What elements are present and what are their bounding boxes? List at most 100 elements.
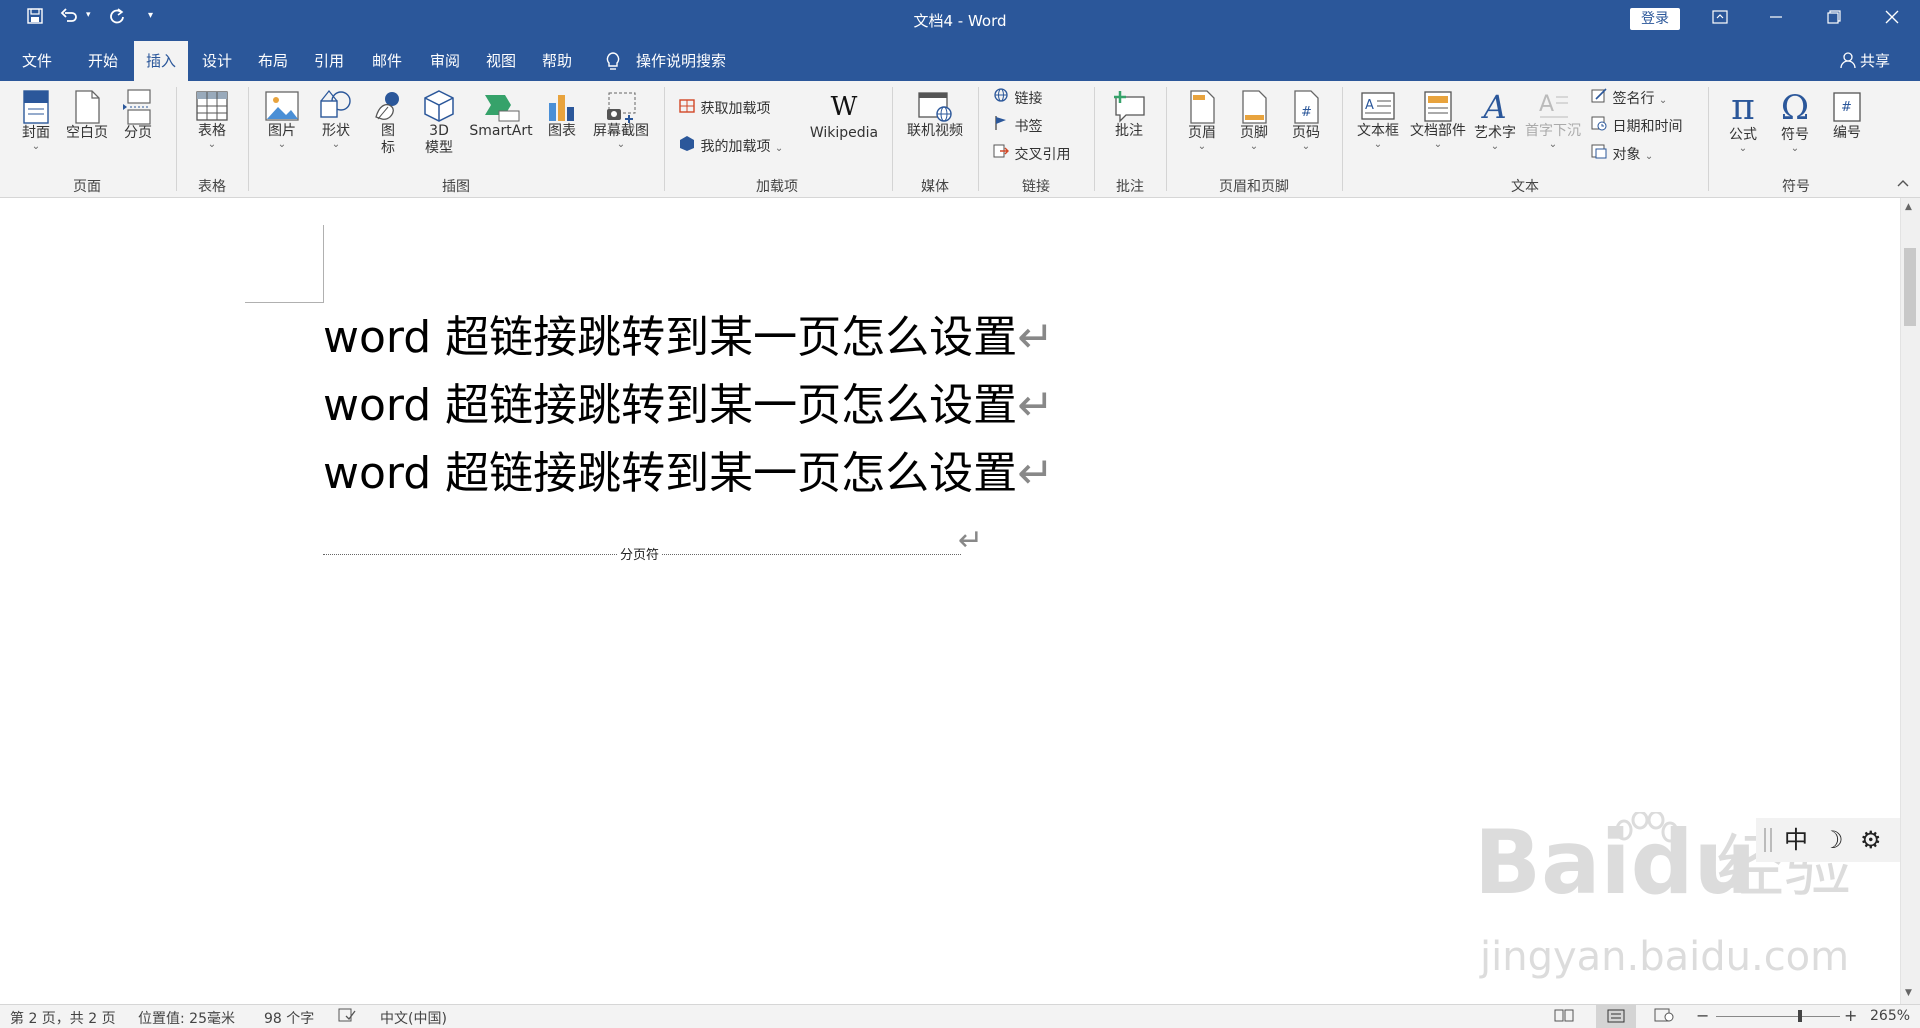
language[interactable]: 中文(中国)	[380, 1008, 447, 1028]
date-time-icon	[1591, 116, 1607, 131]
header-button[interactable]: 页眉 ⌄	[1180, 89, 1224, 152]
icons-label-2: 标	[381, 140, 395, 156]
margin-mark-horizontal	[245, 302, 323, 303]
number-button[interactable]: # 编号	[1824, 89, 1870, 142]
tab-layout[interactable]: 布局	[246, 41, 300, 81]
online-video-button[interactable]: 联机视频	[900, 89, 970, 140]
document-canvas[interactable]: word 超链接跳转到某一页怎么设置↵ word 超链接跳转到某一页怎么设置↵ …	[0, 198, 1900, 1004]
zoom-level[interactable]: 265%	[1870, 1008, 1910, 1024]
scroll-thumb[interactable]	[1904, 248, 1916, 326]
paragraph-mark: ↵	[958, 523, 984, 558]
icons-button[interactable]: 图 标	[366, 89, 410, 157]
gear-icon[interactable]: ⚙	[1860, 826, 1882, 854]
chart-label: 图表	[548, 123, 576, 139]
share-button[interactable]: 共享	[1860, 41, 1890, 81]
tell-me-search[interactable]: 操作说明搜索	[636, 41, 726, 81]
wordart-button[interactable]: A 艺术字 ⌄	[1470, 89, 1520, 152]
ribbon-display-options-icon[interactable]	[1700, 8, 1740, 30]
scroll-down-icon[interactable]: ▼	[1905, 988, 1912, 998]
get-addins-button[interactable]: 获取加载项	[678, 97, 770, 119]
read-mode-icon[interactable]	[1554, 1008, 1574, 1026]
undo-dropdown-icon[interactable]: ▾	[86, 10, 91, 20]
group-comments-label: 批注	[1116, 179, 1144, 195]
object-button[interactable]: 对象 ⌄	[1590, 143, 1653, 167]
ime-mode-toggle[interactable]: 中	[1784, 826, 1808, 854]
zoom-out-button[interactable]: −	[1696, 1006, 1709, 1025]
word-count[interactable]: 98 个字	[264, 1008, 314, 1028]
chevron-down-icon: ⌄	[1197, 141, 1207, 152]
customize-qat-icon[interactable]: ▾	[148, 10, 153, 21]
document-line[interactable]: word 超链接跳转到某一页怎么设置↵	[323, 376, 1054, 436]
tab-help[interactable]: 帮助	[530, 41, 584, 81]
page-break-button[interactable]: 分页	[116, 89, 160, 142]
web-layout-icon[interactable]	[1654, 1008, 1674, 1026]
date-time-button[interactable]: 日期和时间	[1590, 115, 1682, 137]
screenshot-label: 屏幕截图	[593, 123, 649, 139]
tab-view[interactable]: 视图	[474, 41, 528, 81]
tab-insert[interactable]: 插入	[134, 41, 188, 81]
tab-review[interactable]: 审阅	[418, 41, 472, 81]
text-box-icon: A	[1361, 92, 1395, 120]
paw-watermark-icon	[1615, 812, 1679, 843]
restore-icon[interactable]	[1814, 8, 1854, 30]
print-layout-icon[interactable]	[1596, 1005, 1636, 1028]
proofing-icon[interactable]	[338, 1008, 356, 1026]
redo-icon[interactable]	[106, 8, 128, 30]
ime-drag-handle[interactable]	[1764, 828, 1772, 852]
zoom-slider-thumb[interactable]	[1798, 1010, 1802, 1022]
zoom-in-button[interactable]: +	[1844, 1006, 1857, 1025]
smartart-button[interactable]: SmartArt	[466, 89, 536, 140]
page-number-button[interactable]: # 页码 ⌄	[1284, 89, 1328, 152]
bookmark-button[interactable]: 书签	[992, 115, 1042, 137]
quick-parts-button[interactable]: 文档部件 ⌄	[1406, 89, 1470, 150]
paragraph-mark: ↵	[1017, 448, 1055, 499]
cover-page-button[interactable]: 封面 ⌄	[14, 89, 58, 152]
signature-line-button[interactable]: 签名行 ⌄	[1590, 87, 1667, 111]
pictures-button[interactable]: 图片 ⌄	[260, 89, 304, 150]
footer-button[interactable]: 页脚 ⌄	[1232, 89, 1276, 152]
shapes-label: 形状	[322, 123, 350, 139]
chevron-down-icon: ⌄	[331, 139, 341, 150]
zoom-slider[interactable]	[1716, 1016, 1840, 1017]
page-count[interactable]: 第 2 页，共 2 页	[10, 1008, 116, 1028]
page-number-icon: #	[1294, 90, 1319, 124]
screenshot-button[interactable]: 屏幕截图 ⌄	[588, 89, 654, 150]
my-addins-button[interactable]: 我的加载项 ⌄	[678, 135, 783, 159]
symbol-button[interactable]: Ω 符号 ⌄	[1772, 89, 1818, 154]
chevron-down-icon: ⌄	[1373, 139, 1383, 150]
moon-icon[interactable]: ☽	[1822, 826, 1844, 854]
drop-cap-button[interactable]: A 首字下沉 ⌄	[1522, 89, 1584, 150]
undo-icon[interactable]	[58, 8, 80, 30]
tab-mailings[interactable]: 邮件	[360, 41, 414, 81]
group-divider	[176, 87, 177, 191]
group-tables-label: 表格	[198, 179, 226, 195]
blank-page-button[interactable]: 空白页	[62, 89, 112, 142]
save-icon[interactable]	[22, 8, 48, 30]
collapse-ribbon-icon[interactable]	[1896, 177, 1910, 191]
minimize-icon[interactable]	[1756, 8, 1796, 30]
chart-button[interactable]: 图表	[540, 89, 584, 140]
close-icon[interactable]	[1872, 8, 1912, 30]
comment-button[interactable]: 批注	[1106, 89, 1152, 140]
icons-icon	[375, 92, 399, 120]
table-button[interactable]: 表格 ⌄	[188, 89, 236, 150]
cube-icon	[424, 90, 454, 122]
tab-file[interactable]: 文件	[10, 41, 64, 81]
vertical-scrollbar[interactable]: ▲ ▼	[1900, 198, 1920, 1004]
text-box-button[interactable]: A 文本框 ⌄	[1352, 89, 1404, 150]
equation-button[interactable]: π 公式 ⌄	[1720, 89, 1766, 154]
wikipedia-button[interactable]: W Wikipedia	[806, 89, 882, 142]
cross-reference-button[interactable]: 交叉引用	[992, 143, 1070, 165]
tab-design[interactable]: 设计	[190, 41, 244, 81]
document-line[interactable]: word 超链接跳转到某一页怎么设置↵	[323, 444, 1054, 504]
group-divider	[1342, 87, 1343, 191]
document-line[interactable]: word 超链接跳转到某一页怎么设置↵	[323, 308, 1054, 368]
tab-references[interactable]: 引用	[302, 41, 356, 81]
link-button[interactable]: 链接	[992, 87, 1042, 109]
scroll-up-icon[interactable]: ▲	[1905, 202, 1912, 212]
shapes-button[interactable]: 形状 ⌄	[312, 89, 360, 150]
picture-icon	[265, 91, 299, 121]
tab-home[interactable]: 开始	[76, 41, 130, 81]
login-button[interactable]: 登录	[1630, 8, 1680, 30]
3d-models-button[interactable]: 3D 模型	[416, 89, 462, 157]
